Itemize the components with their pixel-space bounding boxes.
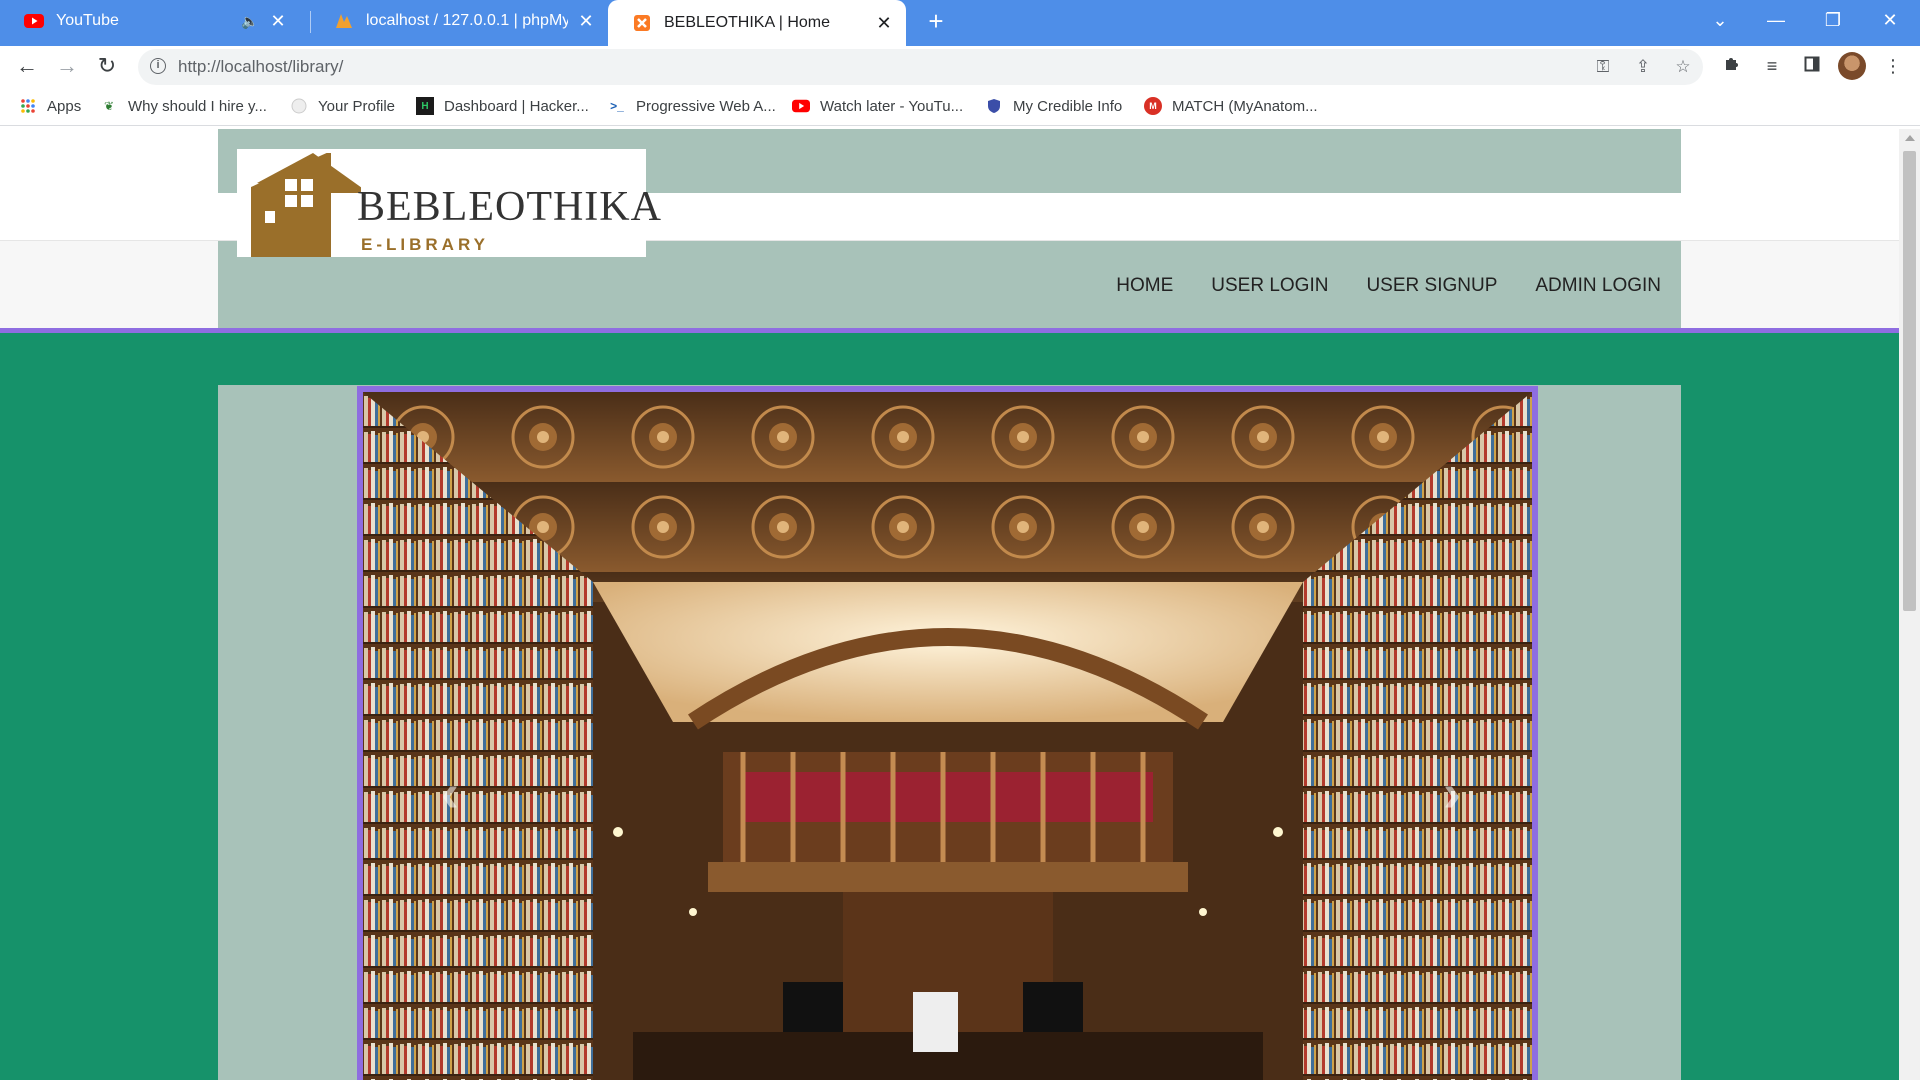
- scroll-up-arrow-icon[interactable]: [1905, 135, 1915, 141]
- key-icon[interactable]: ⚿: [1588, 49, 1618, 85]
- media-control-icon[interactable]: ≡: [1756, 50, 1788, 82]
- youtube-icon: [24, 11, 44, 31]
- close-tab-icon[interactable]: ✕: [874, 13, 894, 34]
- scrollbar-thumb[interactable]: [1903, 151, 1916, 611]
- bookmark-why-hire[interactable]: ❦ Why should I hire y...: [100, 86, 267, 126]
- menu-kebab-icon[interactable]: ⋮: [1877, 50, 1909, 82]
- bookmark-match[interactable]: M MATCH (MyAnatom...: [1144, 86, 1318, 126]
- site-logo[interactable]: BEBLEOTHIKA E-LIBRARY: [237, 149, 661, 257]
- bookmark-hackerrank[interactable]: H Dashboard | Hacker...: [416, 86, 589, 126]
- back-button[interactable]: ←: [11, 50, 43, 82]
- pwa-icon: >_: [610, 99, 624, 113]
- logo-subtitle: E-LIBRARY: [361, 235, 489, 254]
- bookmark-watch-later[interactable]: Watch later - YouTu...: [792, 86, 963, 126]
- github-icon: [290, 97, 308, 115]
- side-panel-icon[interactable]: [1796, 50, 1828, 82]
- bookmark-apps[interactable]: Apps: [19, 86, 81, 126]
- shield-icon: [985, 97, 1003, 115]
- carousel-next-button[interactable]: ›: [1443, 762, 1461, 824]
- bookmark-label: MATCH (MyAnatom...: [1172, 97, 1318, 115]
- bookmark-label: Why should I hire y...: [128, 97, 267, 115]
- tab-title: YouTube: [56, 12, 119, 29]
- restore-button[interactable]: ❐: [1813, 4, 1853, 36]
- bookmarks-bar: Apps ❦ Why should I hire y... Your Profi…: [0, 86, 1920, 126]
- forward-button[interactable]: →: [51, 50, 83, 82]
- site-info-icon[interactable]: i: [150, 58, 166, 74]
- address-bar[interactable]: i http://localhost/library/ ⚿ ⇪ ☆: [138, 49, 1703, 85]
- nav-admin-login[interactable]: ADMIN LOGIN: [1535, 275, 1661, 297]
- bookmark-your-profile[interactable]: Your Profile: [290, 86, 395, 126]
- tab-youtube[interactable]: YouTube 🔈 ✕: [0, 0, 300, 42]
- bookmark-star-icon[interactable]: ☆: [1668, 49, 1698, 85]
- page-viewport: BEBLEOTHIKA E-LIBRARY HOME USER LOGIN US…: [0, 129, 1899, 1080]
- apps-grid-icon: [19, 97, 37, 115]
- bookmark-pwa[interactable]: >_ Progressive Web A...: [608, 86, 776, 126]
- nav-user-login[interactable]: USER LOGIN: [1211, 275, 1328, 297]
- phpmyadmin-icon: [334, 11, 354, 31]
- tab-phpmyadmin[interactable]: localhost / 127.0.0.1 | phpMyAdmin ✕: [310, 0, 608, 42]
- close-tab-icon[interactable]: ✕: [268, 11, 288, 32]
- share-icon[interactable]: ⇪: [1628, 49, 1658, 85]
- tab-title: BEBLEOTHIKA | Home: [664, 14, 830, 31]
- image-carousel: ‹ ›: [357, 386, 1538, 1080]
- new-tab-button[interactable]: +: [922, 6, 950, 36]
- nav-home[interactable]: HOME: [1116, 275, 1173, 297]
- reload-button[interactable]: ↻: [91, 50, 123, 82]
- tab-strip: YouTube 🔈 ✕ localhost / 127.0.0.1 | phpM…: [0, 0, 1920, 46]
- extensions-icon[interactable]: [1716, 50, 1748, 82]
- tab-title: localhost / 127.0.0.1 | phpMyAdmin: [366, 12, 568, 29]
- library-interior-image: [363, 392, 1532, 1080]
- bookmark-label: Dashboard | Hacker...: [444, 97, 589, 115]
- tab-search-chevron-icon[interactable]: ⌄: [1700, 4, 1740, 36]
- bookmark-label: Your Profile: [318, 97, 395, 115]
- bookmark-label: Apps: [47, 97, 82, 115]
- bookmark-label: Progressive Web A...: [636, 97, 776, 115]
- profile-avatar[interactable]: [1838, 52, 1866, 80]
- hackerrank-icon: H: [416, 97, 434, 115]
- bookmark-credible-info[interactable]: My Credible Info: [985, 86, 1122, 126]
- xampp-icon: [632, 13, 652, 33]
- tab-bebleothika[interactable]: BEBLEOTHIKA | Home ✕: [608, 0, 906, 46]
- speaker-icon[interactable]: 🔈: [240, 13, 260, 30]
- youtube-icon: [792, 97, 810, 115]
- main-nav: HOME USER LOGIN USER SIGNUP ADMIN LOGIN: [1116, 275, 1661, 297]
- page-scrollbar[interactable]: [1899, 129, 1920, 1080]
- match-icon: M: [1144, 97, 1162, 115]
- logo-name: BEBLEOTHIKA: [357, 184, 662, 230]
- bookmark-label: My Credible Info: [1013, 97, 1123, 115]
- leaf-icon: ❦: [103, 99, 115, 113]
- url-text: http://localhost/library/: [178, 57, 344, 76]
- nav-user-signup[interactable]: USER SIGNUP: [1366, 275, 1497, 297]
- close-tab-icon[interactable]: ✕: [576, 11, 596, 32]
- carousel-prev-button[interactable]: ‹: [441, 762, 459, 824]
- minimize-button[interactable]: —: [1756, 4, 1796, 36]
- bookmark-label: Watch later - YouTu...: [820, 97, 964, 115]
- house-logo-icon: [251, 153, 361, 257]
- close-window-button[interactable]: ✕: [1870, 4, 1910, 36]
- browser-toolbar: ← → ↻ i http://localhost/library/ ⚿ ⇪ ☆ …: [0, 46, 1920, 86]
